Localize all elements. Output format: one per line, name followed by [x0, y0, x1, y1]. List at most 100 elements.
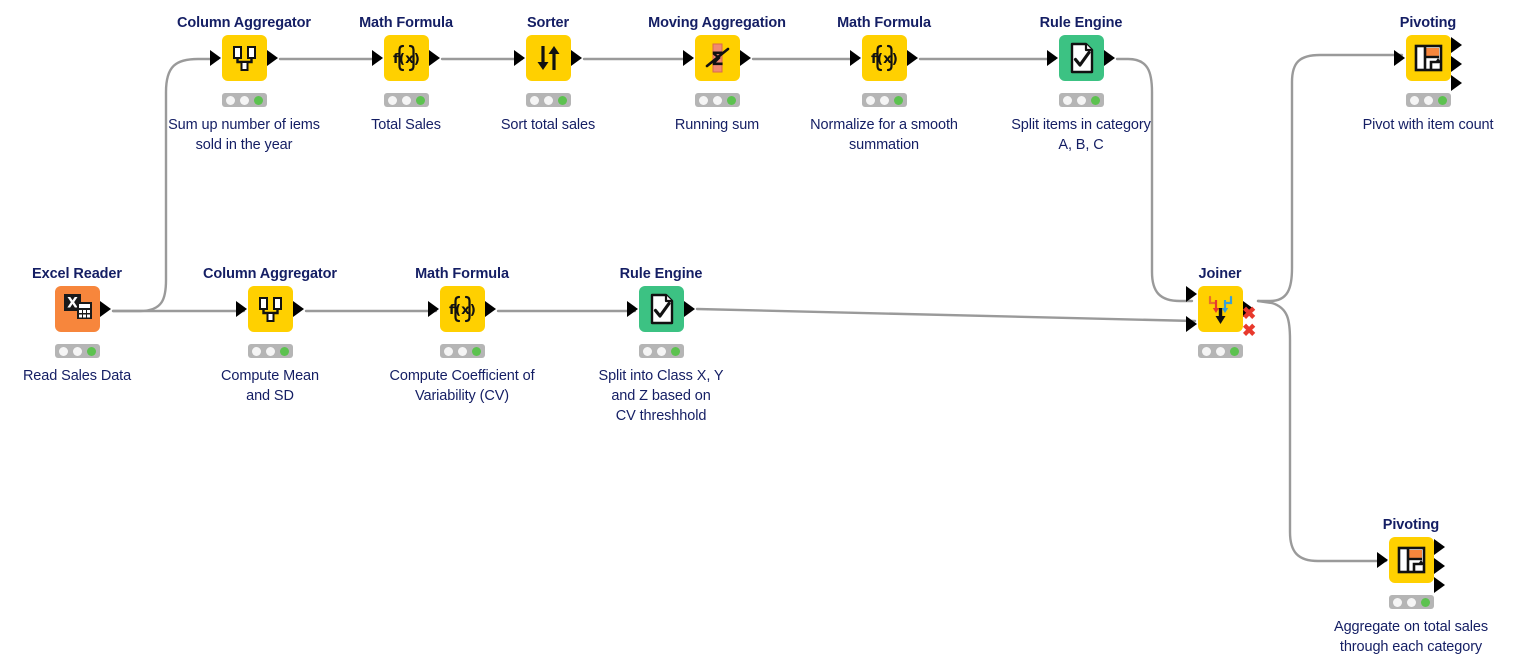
node-body[interactable]: f(x) — [440, 286, 485, 332]
node-status-bar — [1059, 93, 1104, 107]
input-port[interactable] — [428, 301, 439, 317]
node-body[interactable]: f(x) — [384, 35, 429, 81]
node-title: Sorter — [526, 15, 570, 31]
input-port[interactable] — [1186, 316, 1197, 332]
status-dot-executed — [1420, 597, 1430, 607]
node-title: Excel Reader — [32, 266, 122, 282]
node-title: Math Formula — [359, 15, 453, 31]
node-label: Pivot with item count — [1362, 117, 1494, 133]
input-port[interactable] — [683, 50, 694, 66]
input-port[interactable] — [850, 50, 861, 66]
node-label: Compute Mean and SD — [221, 368, 319, 404]
svg-text:X: X — [67, 296, 78, 312]
node-label: Split into Class X, Y and Z based on CV … — [598, 368, 724, 424]
status-dot-queued — [879, 95, 889, 105]
input-port[interactable] — [372, 50, 383, 66]
output-port[interactable] — [293, 301, 304, 317]
wire-joiner-to-pivoting-bottom — [1256, 299, 1388, 563]
output-port[interactable] — [1434, 539, 1445, 555]
rule-check-document-icon — [639, 286, 684, 332]
node-body[interactable] — [222, 35, 267, 81]
input-port[interactable] — [627, 301, 638, 317]
node-status-bar — [440, 344, 485, 358]
node-status-bar — [222, 93, 267, 107]
status-dot-queued — [72, 346, 82, 356]
pivot-table-icon — [1389, 537, 1434, 583]
node-body[interactable]: f(x) — [862, 35, 907, 81]
output-port[interactable] — [684, 301, 695, 317]
fx-icon: f(x) — [440, 286, 485, 332]
status-dot-executed — [471, 346, 481, 356]
status-dot-idle — [866, 95, 876, 105]
output-port[interactable] — [740, 50, 751, 66]
svg-text:f(x): f(x) — [449, 302, 476, 318]
node-status-bar — [695, 93, 740, 107]
output-port[interactable] — [429, 50, 440, 66]
column-aggregator-icon — [248, 286, 293, 332]
sigma-moving-icon: Σ — [695, 35, 740, 81]
node-body[interactable]: Σ — [695, 35, 740, 81]
node-body[interactable] — [248, 286, 293, 332]
node-label: Compute Coefficient of Variability (CV) — [389, 368, 535, 404]
input-port[interactable] — [1047, 50, 1058, 66]
status-dot-idle — [699, 95, 709, 105]
input-port[interactable] — [1394, 50, 1405, 66]
node-status-bar — [1406, 93, 1451, 107]
disabled-output-port-icon: ✖ — [1242, 304, 1257, 323]
workflow-canvas[interactable]: Excel Reader X Read Sales Data Column Agg… — [0, 0, 1536, 667]
status-dot-idle — [252, 346, 262, 356]
node-status-bar — [248, 344, 293, 358]
rule-check-document-icon — [1059, 35, 1104, 81]
status-dot-idle — [226, 95, 236, 105]
column-aggregator-icon — [222, 35, 267, 81]
node-title: Joiner — [1198, 266, 1242, 282]
status-dot-executed — [670, 346, 680, 356]
node-body[interactable] — [526, 35, 571, 81]
node-body[interactable] — [1059, 35, 1104, 81]
status-dot-executed — [253, 95, 263, 105]
status-dot-idle — [59, 346, 69, 356]
status-dot-executed — [279, 346, 289, 356]
disabled-output-port-icon: ✖ — [1242, 321, 1257, 340]
fx-icon: f(x) — [384, 35, 429, 81]
node-body[interactable] — [1389, 537, 1434, 583]
fx-icon: f(x) — [862, 35, 907, 81]
output-port[interactable] — [907, 50, 918, 66]
output-port[interactable] — [1451, 75, 1462, 91]
output-port[interactable] — [485, 301, 496, 317]
wire-ruleengine-bottom-to-joiner — [695, 307, 1197, 323]
status-dot-idle — [1202, 346, 1212, 356]
output-port[interactable] — [1104, 50, 1115, 66]
status-dot-executed — [86, 346, 96, 356]
output-port[interactable] — [1434, 558, 1445, 574]
input-port[interactable] — [236, 301, 247, 317]
node-status-bar — [526, 93, 571, 107]
output-port[interactable] — [1451, 56, 1462, 72]
output-port[interactable] — [571, 50, 582, 66]
output-port[interactable] — [267, 50, 278, 66]
node-label: Total Sales — [371, 117, 441, 133]
input-port[interactable] — [1186, 286, 1197, 302]
node-status-bar — [1389, 595, 1434, 609]
sort-arrows-icon — [526, 35, 571, 81]
node-body[interactable] — [639, 286, 684, 332]
node-label: Aggregate on total sales through each ca… — [1334, 619, 1488, 655]
node-body[interactable] — [1406, 35, 1451, 81]
input-port[interactable] — [210, 50, 221, 66]
output-port[interactable] — [100, 301, 111, 317]
node-label: Sort total sales — [500, 117, 596, 133]
node-title: Math Formula — [837, 15, 931, 31]
status-dot-idle — [530, 95, 540, 105]
status-dot-queued — [239, 95, 249, 105]
node-status-bar — [384, 93, 429, 107]
node-body[interactable]: X — [55, 286, 100, 332]
excel-file-icon: X — [55, 286, 100, 332]
output-port[interactable] — [1451, 37, 1462, 53]
pivot-table-icon — [1406, 35, 1451, 81]
input-port[interactable] — [1377, 552, 1388, 568]
output-port[interactable] — [1434, 577, 1445, 593]
status-dot-queued — [457, 346, 467, 356]
node-title: Rule Engine — [619, 266, 703, 282]
input-port[interactable] — [514, 50, 525, 66]
node-body[interactable] — [1198, 286, 1243, 332]
